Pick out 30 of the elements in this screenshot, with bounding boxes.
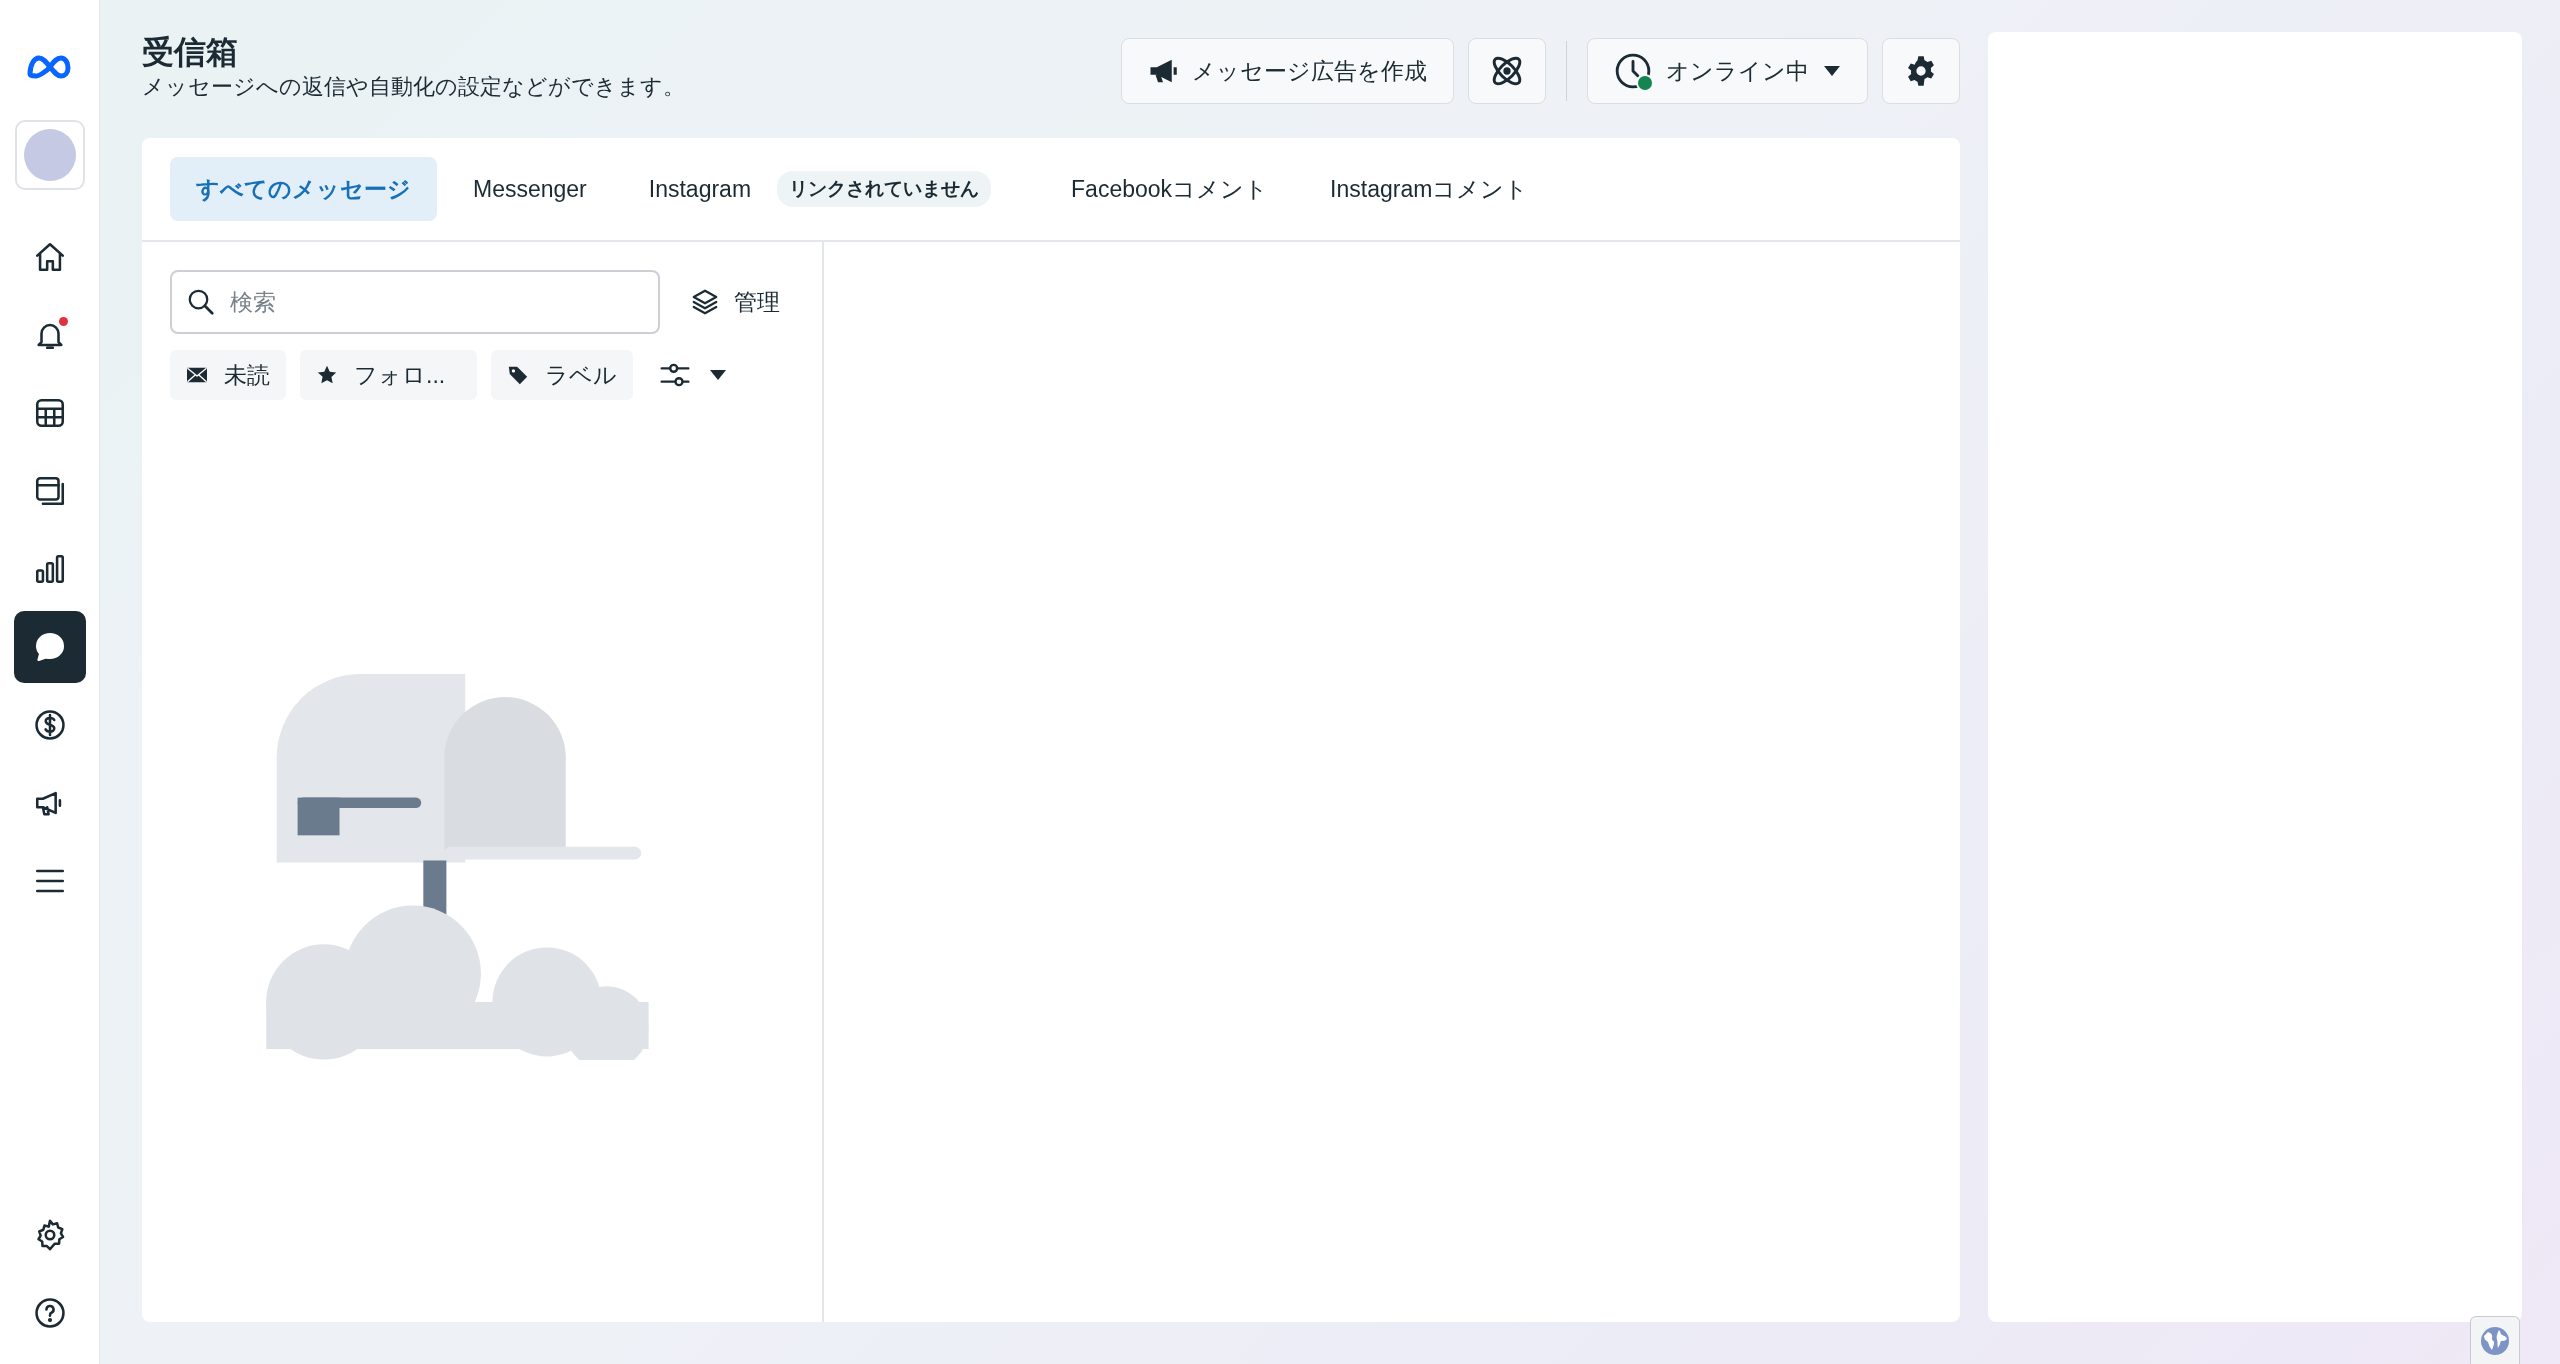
filter-chip[interactable]: フォロ... — [300, 350, 478, 400]
star-icon — [316, 364, 338, 386]
help-icon — [32, 1296, 67, 1330]
status-dropdown[interactable]: オンライン中 — [1587, 38, 1868, 104]
filter-chip[interactable]: 未読 — [170, 350, 286, 400]
atom-button[interactable] — [1468, 38, 1546, 104]
dollar-icon — [32, 708, 67, 742]
layers-icon — [690, 287, 720, 317]
tab[interactable]: Instagram — [622, 157, 778, 221]
create-ad-button[interactable]: メッセージ広告を作成 — [1121, 38, 1454, 104]
tab[interactable]: Facebookコメント — [1045, 157, 1295, 221]
page-subtitle: メッセージへの返信や自動化の設定などができます。 — [142, 73, 686, 101]
clock-icon — [1614, 52, 1652, 90]
tab[interactable]: すべてのメッセージ — [170, 157, 437, 221]
manage-button[interactable]: 管理 — [690, 286, 780, 318]
search-field[interactable]: 検索 — [170, 270, 660, 334]
tab[interactable]: Messenger — [447, 157, 613, 221]
page-title: 受信箱 — [142, 33, 239, 72]
caret-icon — [1823, 65, 1841, 77]
settings-icon — [1905, 55, 1937, 87]
filter-chip[interactable]: ラベル — [491, 350, 634, 400]
caret-icon — [709, 369, 728, 381]
settings-button[interactable] — [1882, 38, 1960, 104]
tag-icon — [507, 364, 530, 386]
search-icon — [186, 287, 216, 317]
sidebar-item[interactable] — [13, 611, 86, 683]
tab[interactable]: Instagramコメント — [1304, 157, 1555, 221]
link-status-label: リンクされていません — [777, 171, 992, 207]
language-button[interactable] — [2470, 1316, 2520, 1364]
globe-icon — [2480, 1325, 2510, 1356]
